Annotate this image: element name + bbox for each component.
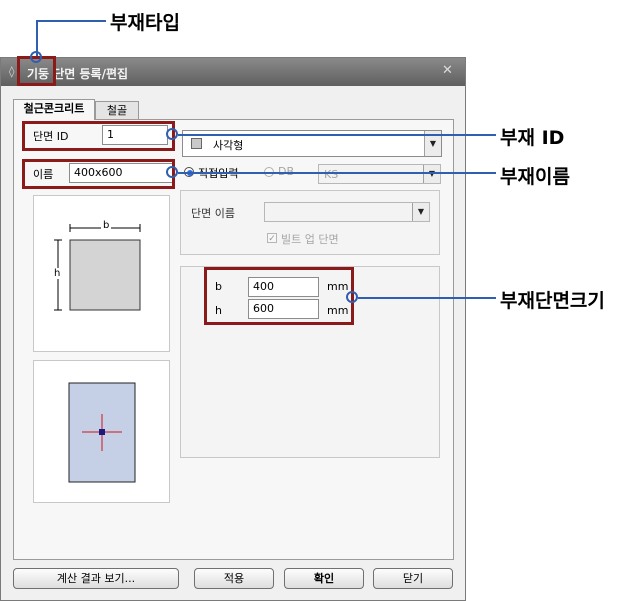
- callout-line: [358, 297, 496, 299]
- callout-marker: [30, 51, 42, 63]
- callout-marker: [166, 166, 178, 178]
- callout-member-name: 부재이름: [500, 166, 570, 188]
- section-diagram: [68, 382, 136, 483]
- dialog-titlebar: ◊ 기둥 단면 등록/편집 ✕: [1, 58, 465, 86]
- preview-h-label: h: [54, 268, 61, 279]
- callout-member-type: 부재타입: [110, 12, 180, 34]
- dialog-menu-icon[interactable]: ◊: [9, 65, 14, 78]
- apply-button[interactable]: 적용: [194, 568, 274, 589]
- tab-rc[interactable]: 철근콘크리트: [13, 99, 95, 120]
- preview-b-label: b: [101, 220, 112, 231]
- callout-marker: [346, 291, 358, 303]
- db-select-value: KS: [324, 168, 339, 181]
- built-up-label: 빌트 업 단면: [281, 233, 339, 246]
- callout-line: [178, 172, 496, 174]
- section-name-label: 단면 이름: [191, 207, 235, 220]
- rectangle-shape-icon: [191, 138, 202, 149]
- shape-select-value: 사각형: [213, 139, 244, 152]
- highlight-member-name: [22, 159, 175, 189]
- close-icon[interactable]: ✕: [442, 63, 453, 78]
- calc-result-button[interactable]: 계산 결과 보기...: [13, 568, 179, 589]
- db-select[interactable]: KS ▼: [318, 164, 441, 184]
- section-name-group: 단면 이름 ▼ ✓ 빌트 업 단면: [180, 190, 440, 255]
- section-name-select[interactable]: ▼: [264, 202, 430, 222]
- highlight-member-size: [204, 267, 354, 325]
- callout-line: [178, 134, 496, 136]
- shape-preview: b h: [33, 195, 170, 352]
- ok-button[interactable]: 확인: [284, 568, 364, 589]
- chevron-down-icon[interactable]: ▼: [423, 165, 440, 183]
- close-button[interactable]: 닫기: [373, 568, 453, 589]
- tab-steel[interactable]: 철골: [95, 101, 139, 120]
- section-preview: [33, 360, 170, 503]
- callout-member-id: 부재 ID: [500, 127, 565, 149]
- built-up-checkbox[interactable]: ✓: [267, 233, 277, 244]
- chevron-down-icon[interactable]: ▼: [412, 203, 429, 221]
- highlight-member-id: [22, 121, 175, 151]
- callout-marker: [166, 128, 178, 140]
- callout-line: [36, 20, 106, 22]
- callout-member-size: 부재단면크기: [500, 290, 605, 312]
